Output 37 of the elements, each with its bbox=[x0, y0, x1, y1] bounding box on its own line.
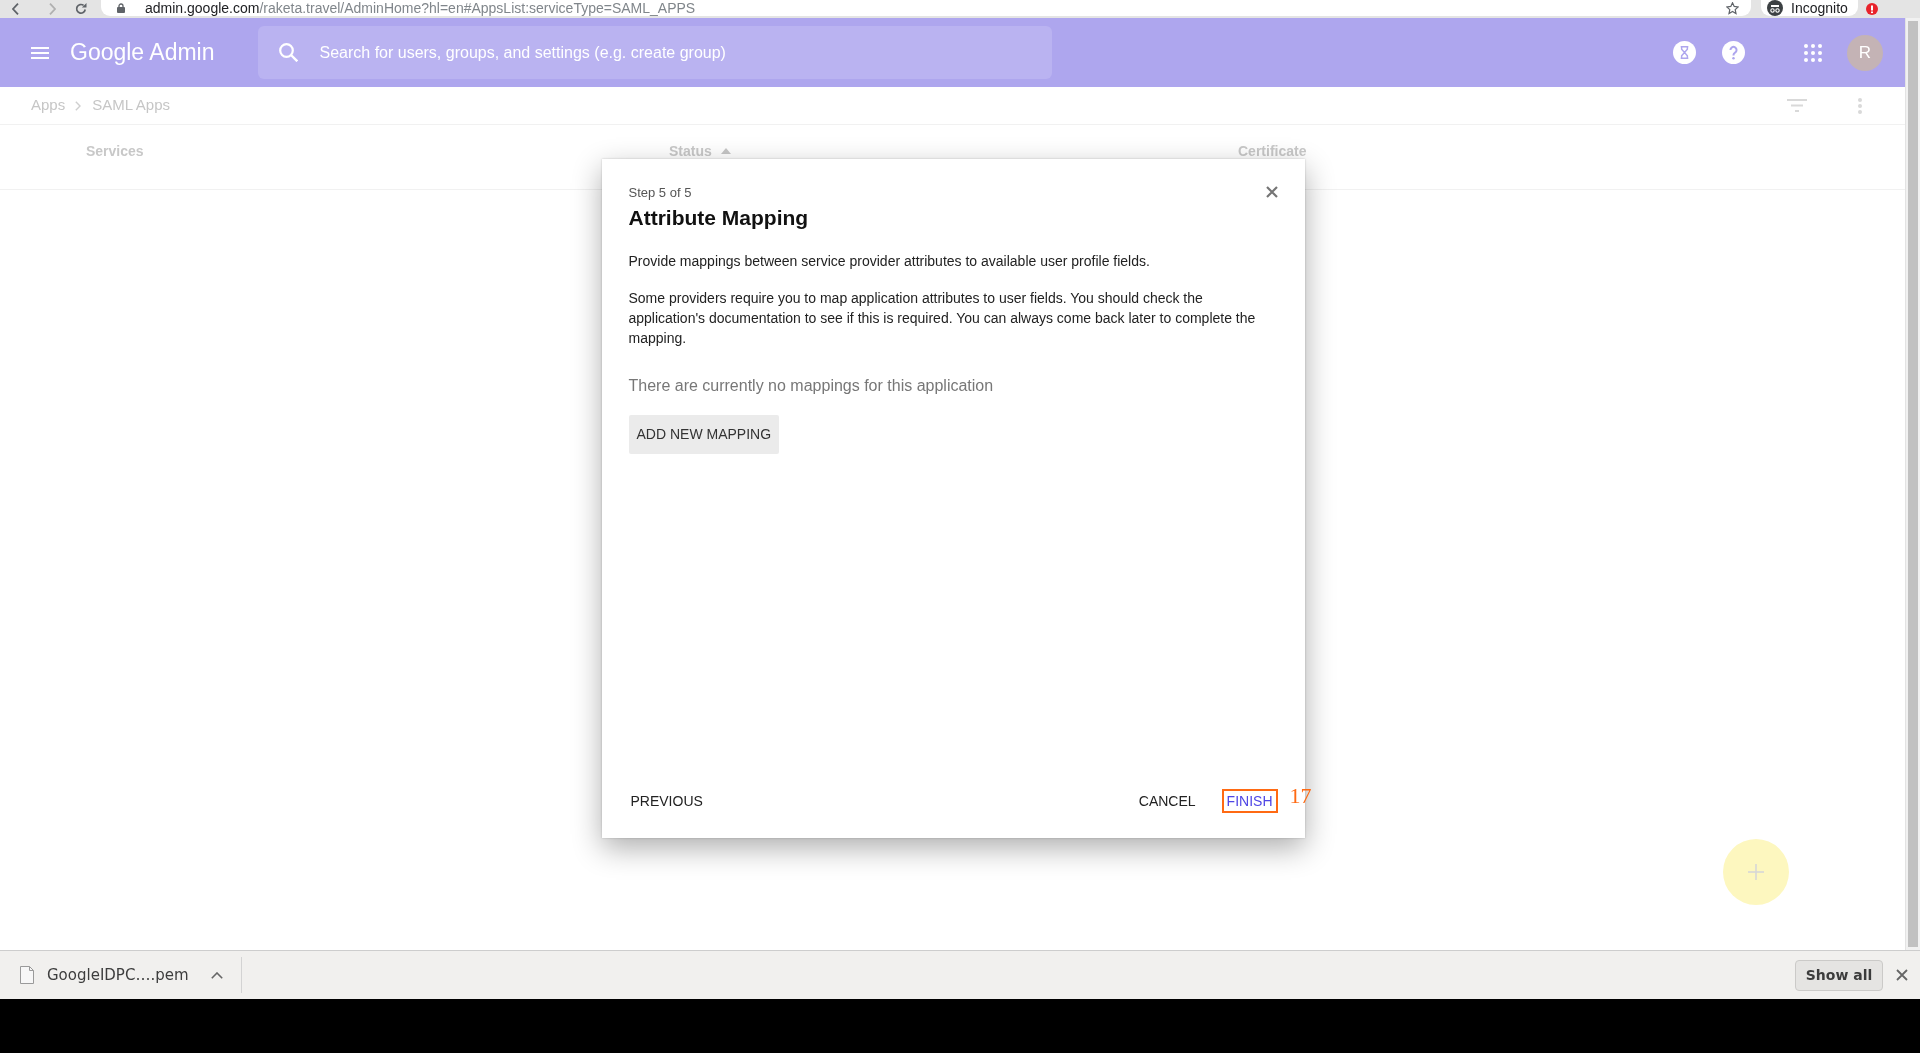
empty-state-message: There are currently no mappings for this application bbox=[628, 376, 995, 396]
apps-grid-icon[interactable] bbox=[1804, 43, 1822, 62]
breadcrumb-current: SAML Apps bbox=[92, 95, 171, 116]
finish-button[interactable]: FINISH bbox=[1224, 791, 1275, 811]
annotation-label: 17 bbox=[1289, 784, 1312, 808]
dialog-title: Attribute Mapping bbox=[628, 205, 810, 231]
reload-icon[interactable] bbox=[75, 3, 87, 15]
profile-chip[interactable]: Incognito bbox=[1761, 0, 1858, 16]
plus-icon bbox=[1748, 864, 1764, 880]
instruction-text: Provide mappings between service provider attributes to available user profile fields. bbox=[628, 252, 1151, 271]
incognito-icon bbox=[1767, 0, 1783, 16]
notification-icon[interactable] bbox=[1865, 3, 1878, 15]
bookmark-star-icon[interactable] bbox=[1726, 1, 1739, 15]
filter-icon[interactable] bbox=[1787, 99, 1807, 112]
caret-up-icon[interactable] bbox=[210, 971, 223, 979]
cancel-button[interactable]: CANCEL bbox=[1136, 791, 1198, 811]
hourglass-icon[interactable] bbox=[1673, 41, 1696, 64]
previous-button[interactable]: PREVIOUS bbox=[628, 791, 705, 811]
url-text: admin.google.com/raketa.travel/AdminHome?hl=en#AppsList:serviceType=SAML_APPS bbox=[145, 0, 696, 16]
close-button[interactable] bbox=[1265, 186, 1278, 198]
help-icon[interactable] bbox=[1722, 41, 1745, 64]
search-field[interactable]: Search for users, groups, and settings (e.g. create group) bbox=[258, 26, 1053, 79]
profile-label: Incognito bbox=[1791, 0, 1848, 16]
close-icon bbox=[1265, 186, 1278, 198]
download-file-name[interactable]: GoogleIDPC….pem bbox=[47, 963, 189, 987]
instruction-text: Some providers require you to map application attributes to user fields. You should check the application's documentation to see if this is required. You can always come back later to complete the mapping. bbox=[628, 289, 1257, 348]
search-icon bbox=[279, 43, 299, 62]
address-bar[interactable]: admin.google.com/raketa.travel/AdminHome?hl=en#AppsList:serviceType=SAML_APPS bbox=[101, 0, 1751, 16]
lock-icon bbox=[117, 3, 125, 13]
menu-icon[interactable] bbox=[31, 46, 49, 59]
step-indicator: Step 5 of 5 bbox=[628, 185, 692, 201]
file-icon bbox=[20, 966, 34, 984]
more-options-icon[interactable] bbox=[1858, 97, 1862, 114]
show-all-button[interactable]: Show all bbox=[1795, 959, 1883, 991]
close-icon[interactable] bbox=[1896, 969, 1908, 981]
add-mapping-button[interactable]: ADD NEW MAPPING bbox=[628, 415, 780, 454]
chevron-right-icon bbox=[75, 100, 82, 111]
